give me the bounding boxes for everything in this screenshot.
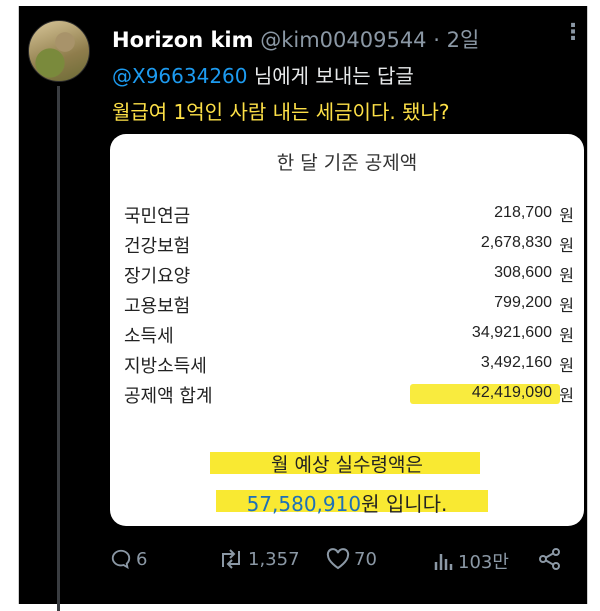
deduction-total-row: 공제액 합계 42,419,090 원 — [124, 380, 574, 410]
share-button[interactable] — [538, 548, 562, 570]
retweet-count: 1,357 — [248, 548, 300, 570]
card-title: 한 달 기준 공제액 — [276, 152, 418, 174]
thread-line — [57, 86, 60, 611]
row-label: 지방소득세 — [124, 356, 207, 377]
row-value: 799,200 — [494, 294, 552, 311]
bar-chart-icon — [432, 550, 454, 572]
row-value: 3,492,160 — [480, 354, 552, 371]
row-unit: 원 — [559, 296, 574, 315]
row-unit: 원 — [559, 206, 574, 225]
row-label: 장기요양 — [124, 266, 191, 287]
row-unit: 원 — [559, 386, 574, 405]
timestamp[interactable]: 2일 — [447, 28, 480, 52]
deduction-row: 지방소득세 3,492,160 원 — [124, 350, 574, 380]
more-options-icon[interactable]: ⋮ — [562, 20, 584, 45]
row-value: 2,678,830 — [480, 234, 552, 251]
net-pay-line: 57,580,910원 입니다. — [110, 488, 584, 517]
share-icon — [538, 548, 562, 570]
views-button[interactable]: 103만 — [432, 548, 509, 574]
reply-mention-link[interactable]: @X96634260 — [112, 64, 248, 88]
row-value: 218,700 — [494, 204, 552, 221]
tweet-header: Horizon kim @kim00409544 · 2일 — [112, 24, 479, 54]
reply-icon — [110, 548, 132, 570]
deduction-row: 고용보험 799,200 원 — [124, 290, 574, 320]
deduction-row: 국민연금 218,700 원 — [124, 200, 574, 230]
row-label: 건강보험 — [124, 236, 191, 257]
tweet-actions: 6 1,357 70 103만 — [110, 544, 580, 576]
row-unit: 원 — [559, 236, 574, 255]
like-button[interactable]: 70 — [326, 548, 377, 570]
avatar[interactable] — [28, 20, 90, 82]
retweet-button[interactable]: 1,357 — [218, 548, 300, 570]
row-unit: 원 — [559, 326, 574, 345]
deduction-table: 국민연금 218,700 원 건강보험 2,678,830 원 장기요양 308… — [124, 200, 574, 410]
reply-count: 6 — [136, 548, 148, 570]
author-name[interactable]: Horizon kim — [112, 28, 254, 52]
net-pay-caption: 월 예상 실수령액은 — [271, 454, 423, 476]
row-label: 소득세 — [124, 326, 174, 347]
separator-dot: · — [433, 28, 440, 52]
net-pay-suffix: 원 입니다. — [361, 492, 448, 516]
row-value: 42,419,090 — [471, 384, 552, 401]
row-value: 34,921,600 — [471, 324, 552, 341]
author-handle[interactable]: @kim00409544 — [260, 28, 426, 52]
row-unit: 원 — [559, 266, 574, 285]
row-value: 308,600 — [494, 264, 552, 281]
deduction-row: 건강보험 2,678,830 원 — [124, 230, 574, 260]
tweet-text: 월급여 1억인 사람 내는 세금이다. 됐나? — [112, 100, 450, 124]
reply-button[interactable]: 6 — [110, 548, 147, 570]
net-pay-amount: 57,580,910 — [246, 492, 362, 516]
retweet-icon — [218, 548, 244, 570]
deduction-row: 소득세 34,921,600 원 — [124, 320, 574, 350]
row-label: 고용보험 — [124, 296, 191, 317]
heart-icon — [326, 548, 350, 570]
row-label: 공제액 합계 — [124, 386, 213, 407]
row-unit: 원 — [559, 356, 574, 375]
reply-context: @X96634260 님에게 보내는 답글 — [112, 60, 414, 89]
row-label: 국민연금 — [124, 206, 191, 227]
like-count: 70 — [354, 548, 377, 570]
deduction-row: 장기요양 308,600 원 — [124, 260, 574, 290]
reply-suffix: 님에게 보내는 답글 — [253, 64, 414, 88]
attached-image-card[interactable]: 한 달 기준 공제액 국민연금 218,700 원 건강보험 2,678,830… — [110, 134, 584, 526]
views-count: 103만 — [458, 552, 509, 573]
